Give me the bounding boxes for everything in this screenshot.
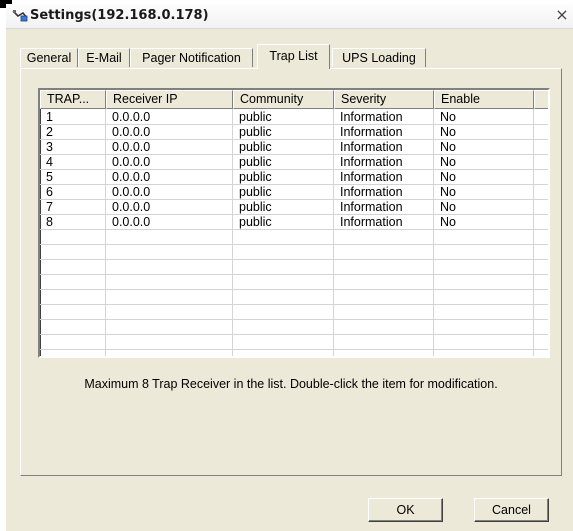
cell-trap-number: 8 [46, 215, 53, 229]
grid-line [40, 274, 548, 275]
trap-list-table[interactable]: TRAP... Receiver IP Community Severity E… [38, 88, 550, 358]
cell-community: public [239, 140, 272, 154]
tab-general[interactable]: General [20, 48, 78, 67]
cell-severity: Information [340, 170, 403, 184]
cell-community: public [239, 155, 272, 169]
cell-enable: No [440, 200, 456, 214]
window-title: Settings(192.168.0.178) [30, 8, 209, 23]
cell-enable: No [440, 170, 456, 184]
cell-community: public [239, 125, 272, 139]
cell-enable: No [440, 140, 456, 154]
table-row[interactable]: 8 0.0.0.0 public Information No [40, 215, 548, 230]
tab-pager-notification[interactable]: Pager Notification [130, 48, 253, 67]
cell-community: public [239, 200, 272, 214]
cell-receiver-ip: 0.0.0.0 [112, 200, 151, 214]
title-bar[interactable]: Settings(192.168.0.178) × [6, 4, 573, 29]
column-header-severity[interactable]: Severity [334, 90, 434, 109]
grid-line [40, 349, 548, 350]
cell-trap-number: 6 [46, 185, 53, 199]
cell-enable: No [440, 125, 456, 139]
ok-button[interactable]: OK [368, 498, 443, 522]
grid-line [40, 289, 548, 290]
cell-severity: Information [340, 155, 403, 169]
tab-e-mail[interactable]: E-Mail [78, 48, 130, 67]
grid-line [40, 259, 548, 260]
column-header-filler [534, 90, 548, 109]
network-cable-icon [12, 10, 28, 22]
table-header: TRAP... Receiver IP Community Severity E… [40, 90, 548, 110]
cell-community: public [239, 110, 272, 124]
column-header-community[interactable]: Community [233, 90, 334, 109]
tab-trap-list[interactable]: Trap List [257, 44, 330, 69]
cell-trap-number: 4 [46, 155, 53, 169]
cell-severity: Information [340, 200, 403, 214]
table-row[interactable]: 6 0.0.0.0 public Information No [40, 185, 548, 200]
close-icon[interactable]: × [553, 6, 571, 24]
grid-line [40, 319, 548, 320]
table-row[interactable]: 4 0.0.0.0 public Information No [40, 155, 548, 170]
cell-trap-number: 5 [46, 170, 53, 184]
cell-trap-number: 7 [46, 200, 53, 214]
cell-enable: No [440, 185, 456, 199]
cancel-button[interactable]: Cancel [474, 498, 549, 522]
cell-trap-number: 3 [46, 140, 53, 154]
cell-severity: Information [340, 140, 403, 154]
grid-line [40, 334, 548, 335]
cell-receiver-ip: 0.0.0.0 [112, 155, 151, 169]
cell-receiver-ip: 0.0.0.0 [112, 110, 151, 124]
hint-text: Maximum 8 Trap Receiver in the list. Dou… [84, 377, 498, 391]
settings-dialog: Settings(192.168.0.178) × General E-Mail… [6, 4, 573, 531]
cell-severity: Information [340, 215, 403, 229]
cell-severity: Information [340, 125, 403, 139]
cell-community: public [239, 185, 272, 199]
table-row[interactable]: 1 0.0.0.0 public Information No [40, 110, 548, 125]
cell-receiver-ip: 0.0.0.0 [112, 140, 151, 154]
column-header-receiver-ip[interactable]: Receiver IP [106, 90, 233, 109]
tab-ups-loading[interactable]: UPS Loading [332, 48, 426, 67]
grid-line [40, 304, 548, 305]
cell-severity: Information [340, 110, 403, 124]
cell-trap-number: 1 [46, 110, 53, 124]
cell-receiver-ip: 0.0.0.0 [112, 125, 151, 139]
column-header-trap[interactable]: TRAP... [40, 90, 106, 109]
cell-trap-number: 2 [46, 125, 53, 139]
cell-enable: No [440, 155, 456, 169]
cell-receiver-ip: 0.0.0.0 [112, 185, 151, 199]
cell-community: public [239, 170, 272, 184]
cell-severity: Information [340, 185, 403, 199]
cell-enable: No [440, 110, 456, 124]
table-row[interactable]: 2 0.0.0.0 public Information No [40, 125, 548, 140]
cell-receiver-ip: 0.0.0.0 [112, 215, 151, 229]
table-row[interactable]: 3 0.0.0.0 public Information No [40, 140, 548, 155]
cell-enable: No [440, 215, 456, 229]
column-header-enable[interactable]: Enable [434, 90, 534, 109]
cell-community: public [239, 215, 272, 229]
cell-receiver-ip: 0.0.0.0 [112, 170, 151, 184]
table-row[interactable]: 7 0.0.0.0 public Information No [40, 200, 548, 215]
grid-line [40, 244, 548, 245]
table-row[interactable]: 5 0.0.0.0 public Information No [40, 170, 548, 185]
